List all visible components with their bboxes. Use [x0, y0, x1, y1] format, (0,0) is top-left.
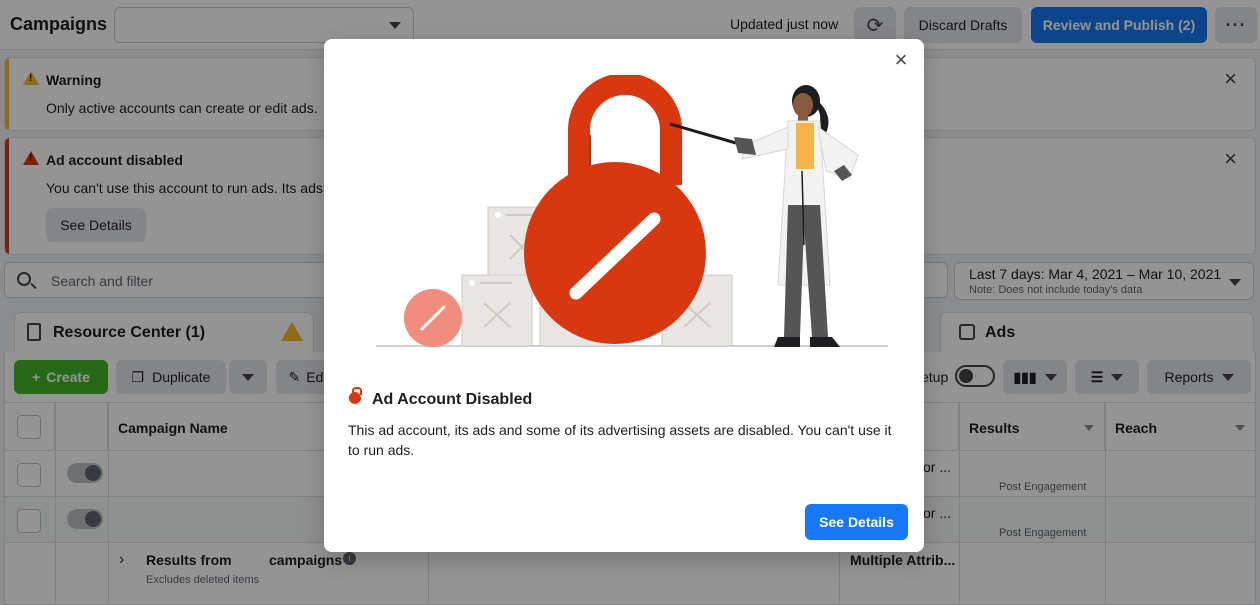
- close-icon[interactable]: ×: [890, 49, 912, 71]
- ad-account-disabled-dialog: × Ad Account Disabled This ad account, i…: [324, 39, 924, 552]
- ads-manager-page: Campaigns Updated just now ⟳ Discard Dra…: [0, 0, 1260, 605]
- dialog-message: This ad account, its ads and some of its…: [348, 422, 892, 458]
- lock-icon: [349, 387, 362, 404]
- see-details-button[interactable]: See Details: [805, 504, 908, 540]
- dialog-title: Ad Account Disabled: [372, 391, 533, 408]
- locked-account-illustration: [376, 75, 888, 347]
